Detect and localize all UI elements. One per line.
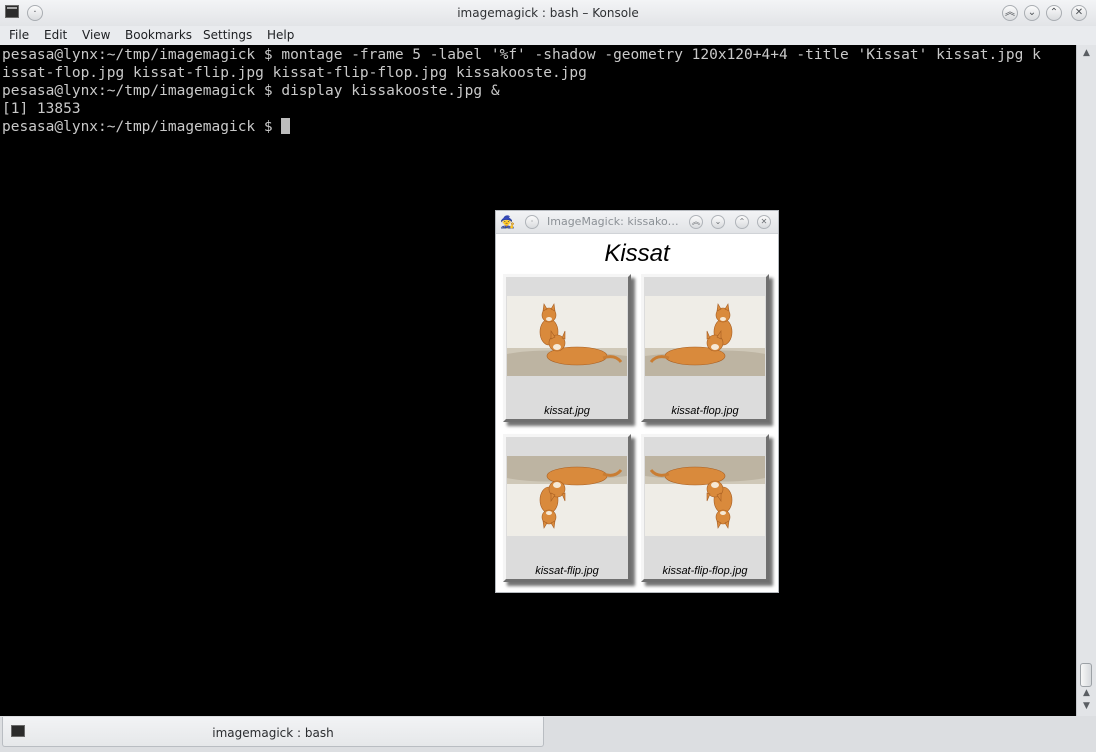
menu-file[interactable]: File: [9, 28, 29, 42]
terminal-prompt: pesasa@lynx:~/tmp/imagemagick $: [2, 119, 282, 135]
keep-above-button[interactable]: ︽: [1002, 5, 1018, 21]
close-icon: ✕: [1074, 7, 1084, 18]
minimize-icon: ⌄: [1027, 7, 1037, 18]
menu-edit[interactable]: Edit: [44, 28, 67, 42]
im-window-menu-button[interactable]: ·: [525, 215, 539, 229]
im-close-button[interactable]: ✕: [757, 215, 771, 229]
menu-bookmarks[interactable]: Bookmarks: [125, 28, 192, 42]
menu-view[interactable]: View: [82, 28, 110, 42]
scroll-thumb[interactable]: [1080, 663, 1092, 687]
montage-title: Kissat: [604, 240, 670, 267]
montage-tile: kissat-flip.jpg: [503, 434, 631, 582]
im-maximize-button[interactable]: ⌃: [735, 215, 749, 229]
imagemagick-display-window[interactable]: 🧙 · ImageMagick: kissako… ︽ ⌄ ⌃ ✕ Kissat: [495, 210, 779, 593]
maximize-button[interactable]: ⌃: [1046, 5, 1062, 21]
cat-photo-image: [645, 296, 765, 376]
terminal-line: pesasa@lynx:~/tmp/imagemagick $ montage …: [2, 47, 1041, 63]
close-button[interactable]: ✕: [1071, 5, 1087, 21]
im-window-titlebar[interactable]: 🧙 · ImageMagick: kissako… ︽ ⌄ ⌃ ✕: [496, 211, 778, 234]
tile-caption: kissat-flop.jpg: [671, 405, 739, 417]
tab-imagemagick-bash[interactable]: imagemagick : bash: [2, 717, 544, 747]
montage-tile: kissat.jpg: [503, 274, 631, 422]
terminal-scrollbar[interactable]: ▲ ▲ ▼: [1076, 45, 1096, 716]
menu-help[interactable]: Help: [267, 28, 294, 42]
keep-above-icon: ︽: [1005, 7, 1015, 18]
tab-label: imagemagick : bash: [212, 726, 334, 740]
menu-settings[interactable]: Settings: [203, 28, 252, 42]
minimize-icon: ⌄: [714, 217, 722, 226]
terminal-prompt-line: pesasa@lynx:~/tmp/imagemagick $: [2, 118, 291, 136]
maximize-icon: ⌃: [1049, 7, 1059, 18]
menu-bar: File Edit View Bookmarks Settings Help: [0, 26, 1096, 45]
close-icon: ✕: [760, 217, 768, 226]
window-titlebar[interactable]: · imagemagick : bash – Konsole ︽ ⌄ ⌃ ✕: [0, 0, 1096, 27]
minimize-button[interactable]: ⌄: [1024, 5, 1040, 21]
terminal-line: pesasa@lynx:~/tmp/imagemagick $ display …: [2, 83, 500, 99]
terminal-line: [1] 13853: [2, 101, 81, 117]
menu-icon: ·: [530, 217, 534, 226]
im-keep-above-button[interactable]: ︽: [689, 215, 703, 229]
montage-tile: kissat-flop.jpg: [641, 274, 769, 422]
keep-above-icon: ︽: [692, 217, 700, 226]
cat-photo-image: [507, 456, 627, 536]
maximize-icon: ⌃: [738, 217, 746, 226]
scroll-up-icon[interactable]: ▲: [1081, 48, 1092, 58]
window-title: imagemagick : bash – Konsole: [457, 6, 639, 20]
scroll-up-icon[interactable]: ▲: [1081, 688, 1092, 698]
imagemagick-logo-icon[interactable]: 🧙: [500, 214, 516, 230]
im-window-title: ImageMagick: kissako…: [547, 215, 679, 228]
montage-tile: kissat-flip-flop.jpg: [641, 434, 769, 582]
cat-photo: [645, 456, 765, 536]
tab-bar: imagemagick : bash: [0, 716, 1096, 752]
scroll-down-icon[interactable]: ▼: [1081, 701, 1092, 711]
cat-photo: [645, 296, 765, 376]
terminal-line: issat-flop.jpg kissat-flip.jpg kissat-fl…: [2, 65, 587, 81]
cat-photo: [507, 296, 627, 376]
text-cursor: [281, 118, 291, 134]
im-minimize-button[interactable]: ⌄: [711, 215, 725, 229]
tile-caption: kissat.jpg: [544, 405, 590, 417]
tile-caption: kissat-flip.jpg: [535, 565, 599, 577]
tile-caption: kissat-flip-flop.jpg: [662, 565, 748, 577]
cat-photo: [507, 456, 627, 536]
cat-photo-image: [507, 296, 627, 376]
cat-photo-image: [645, 456, 765, 536]
